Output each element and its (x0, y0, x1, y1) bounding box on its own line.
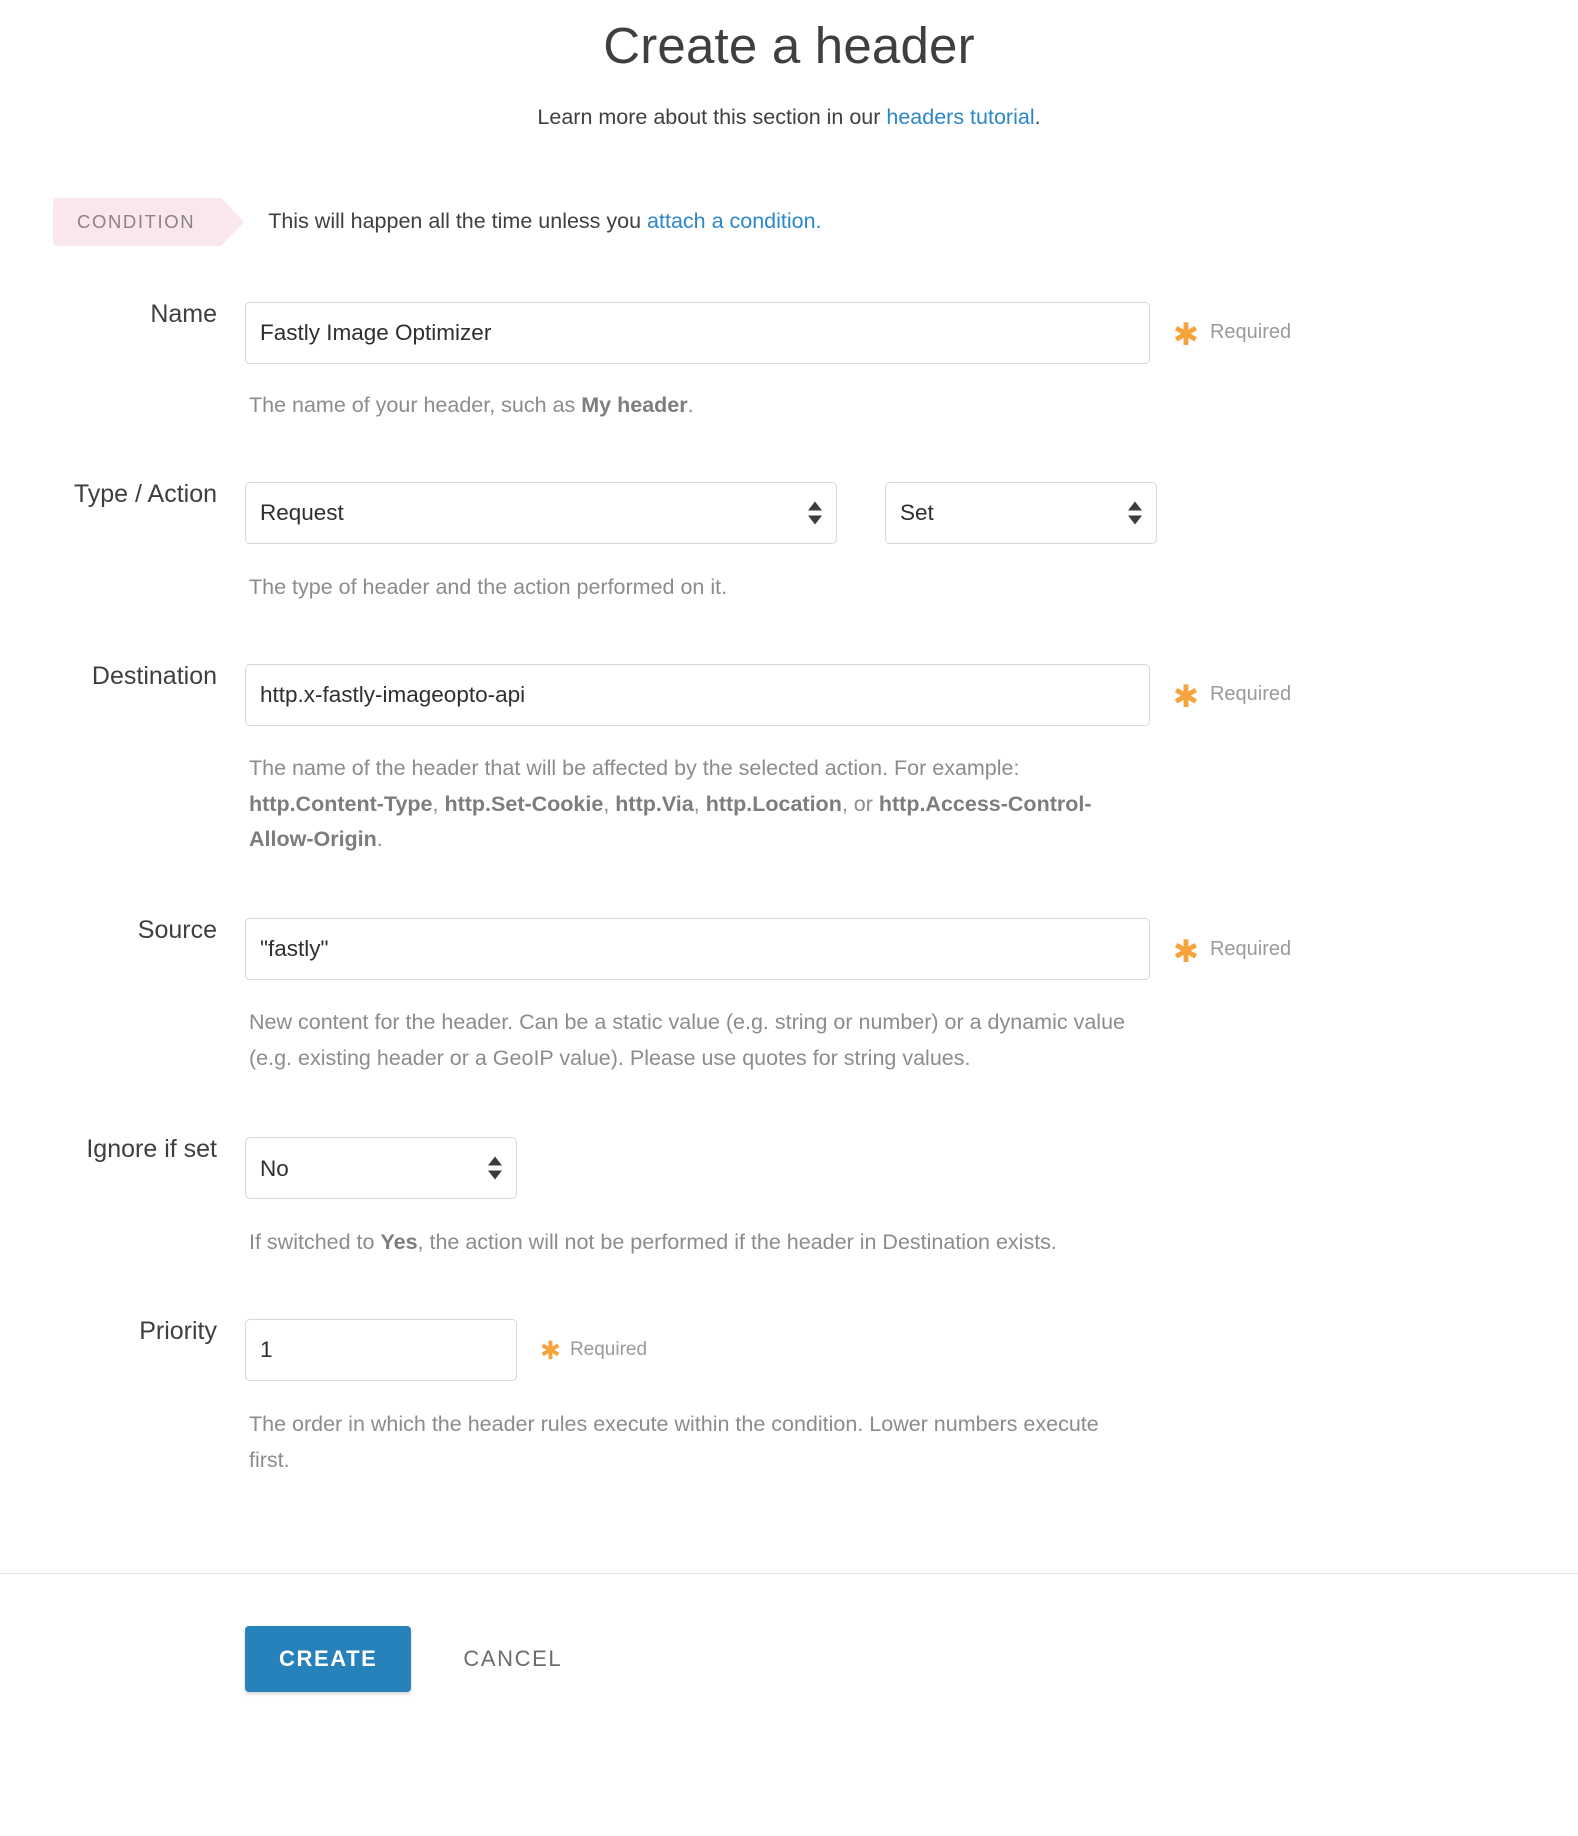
control-priority: ✱ Required (245, 1318, 1578, 1381)
help-ignore-if-set: If switched to Yes, the action will not … (245, 1225, 1135, 1261)
help-name-suffix: . (687, 392, 694, 417)
help-priority: The order in which the header rules exec… (249, 1411, 1099, 1472)
help-source: New content for the header. Can be a sta… (249, 1010, 1125, 1071)
type-select[interactable]: Request (245, 481, 837, 544)
label-priority: Priority (139, 1316, 217, 1345)
control-name: ✱ Required (245, 301, 1578, 364)
control-destination: ✱ Required (245, 663, 1578, 726)
control-source: ✱ Required (245, 918, 1578, 981)
control-ignore-if-set: No (245, 1137, 1578, 1200)
required-asterisk-icon: ✱ (1173, 679, 1199, 715)
label-destination: Destination (91, 661, 217, 690)
help-destination-b1: http.Content-Type (249, 791, 433, 816)
help-destination-b4: http.Location (705, 791, 842, 816)
help-destination-end: . (376, 827, 383, 852)
help-ignore-suffix: , the action will not be performed if th… (417, 1230, 1057, 1255)
field-row-priority: Priority ✱ Required (0, 1316, 1578, 1381)
create-header-page: Create a header Learn more about this se… (0, 0, 1578, 1752)
help-destination-sep4: , or (841, 791, 879, 816)
help-ignore-prefix: If switched to (249, 1230, 381, 1255)
field-row-name: Name ✱ Required (0, 299, 1578, 364)
help-destination-sep3: , (693, 791, 706, 816)
control-type-action: Request Set (245, 481, 1578, 544)
help-name-prefix: The name of your header, such as (249, 392, 582, 417)
label-ignore-if-set: Ignore if set (86, 1135, 217, 1164)
cancel-button[interactable]: CANCEL (463, 1646, 562, 1672)
label-source: Source (137, 916, 217, 945)
field-row-ignore-if-set: Ignore if set No (0, 1135, 1578, 1200)
type-select-wrap: Request (245, 481, 837, 544)
field-row-source: Source ✱ Required (0, 916, 1578, 981)
help-type-action: The type of header and the action perfor… (249, 574, 728, 599)
help-destination: The name of the header that will be affe… (245, 751, 1135, 859)
condition-badge: CONDITION (53, 197, 245, 246)
required-marker-destination: ✱ Required (1173, 679, 1292, 715)
required-label: Required (1209, 321, 1292, 344)
source-input[interactable] (245, 918, 1150, 981)
condition-text-prefix: This will happen all the time unless you (268, 209, 648, 234)
condition-row: CONDITION This will happen all the time … (0, 197, 1578, 246)
required-label: Required (569, 1338, 648, 1360)
subtitle-suffix: . (1034, 104, 1041, 129)
field-row-type-action: Type / Action Request Set (0, 479, 1578, 544)
required-marker-priority: ✱ Required (540, 1337, 648, 1366)
ignore-if-set-select[interactable]: No (245, 1137, 517, 1200)
required-marker-name: ✱ Required (1173, 317, 1292, 353)
form-subtitle: Learn more about this section in our hea… (0, 102, 1578, 132)
help-destination-part1: The name of the header that will be affe… (249, 755, 1020, 780)
help-ignore-bold: Yes (380, 1230, 418, 1255)
field-row-destination: Destination ✱ Required (0, 661, 1578, 726)
help-destination-b3: http.Via (615, 791, 694, 816)
create-button[interactable]: CREATE (245, 1625, 412, 1692)
ignore-select-wrap: No (245, 1137, 517, 1200)
form-header: Create a header Learn more about this se… (0, 0, 1578, 132)
help-destination-b2: http.Set-Cookie (444, 791, 604, 816)
help-destination-sep1: , (432, 791, 445, 816)
required-label: Required (1209, 937, 1292, 960)
label-name: Name (150, 299, 217, 328)
action-select-wrap: Set (885, 481, 1157, 544)
help-destination-sep2: , (603, 791, 616, 816)
help-name-bold: My header (581, 392, 688, 417)
label-type-action: Type / Action (73, 479, 217, 508)
help-name: The name of your header, such as My head… (245, 388, 1135, 424)
condition-description: This will happen all the time unless you… (268, 209, 821, 234)
required-asterisk-icon: ✱ (540, 1337, 561, 1366)
required-asterisk-icon: ✱ (1173, 933, 1199, 969)
required-asterisk-icon: ✱ (1173, 317, 1199, 353)
required-label: Required (1209, 683, 1292, 706)
page-title: Create a header (603, 17, 975, 74)
required-marker-source: ✱ Required (1173, 933, 1292, 969)
destination-input[interactable] (245, 663, 1150, 726)
form-footer: CREATE CANCEL (0, 1572, 1578, 1752)
attach-condition-link[interactable]: attach a condition. (647, 209, 822, 233)
priority-input[interactable] (245, 1318, 517, 1381)
headers-tutorial-link[interactable]: headers tutorial (886, 105, 1034, 129)
name-input[interactable] (245, 301, 1150, 364)
form-body: Name ✱ Required The name of your header,… (0, 299, 1578, 1519)
action-select[interactable]: Set (885, 481, 1157, 544)
subtitle-prefix: Learn more about this section in our (537, 104, 887, 129)
